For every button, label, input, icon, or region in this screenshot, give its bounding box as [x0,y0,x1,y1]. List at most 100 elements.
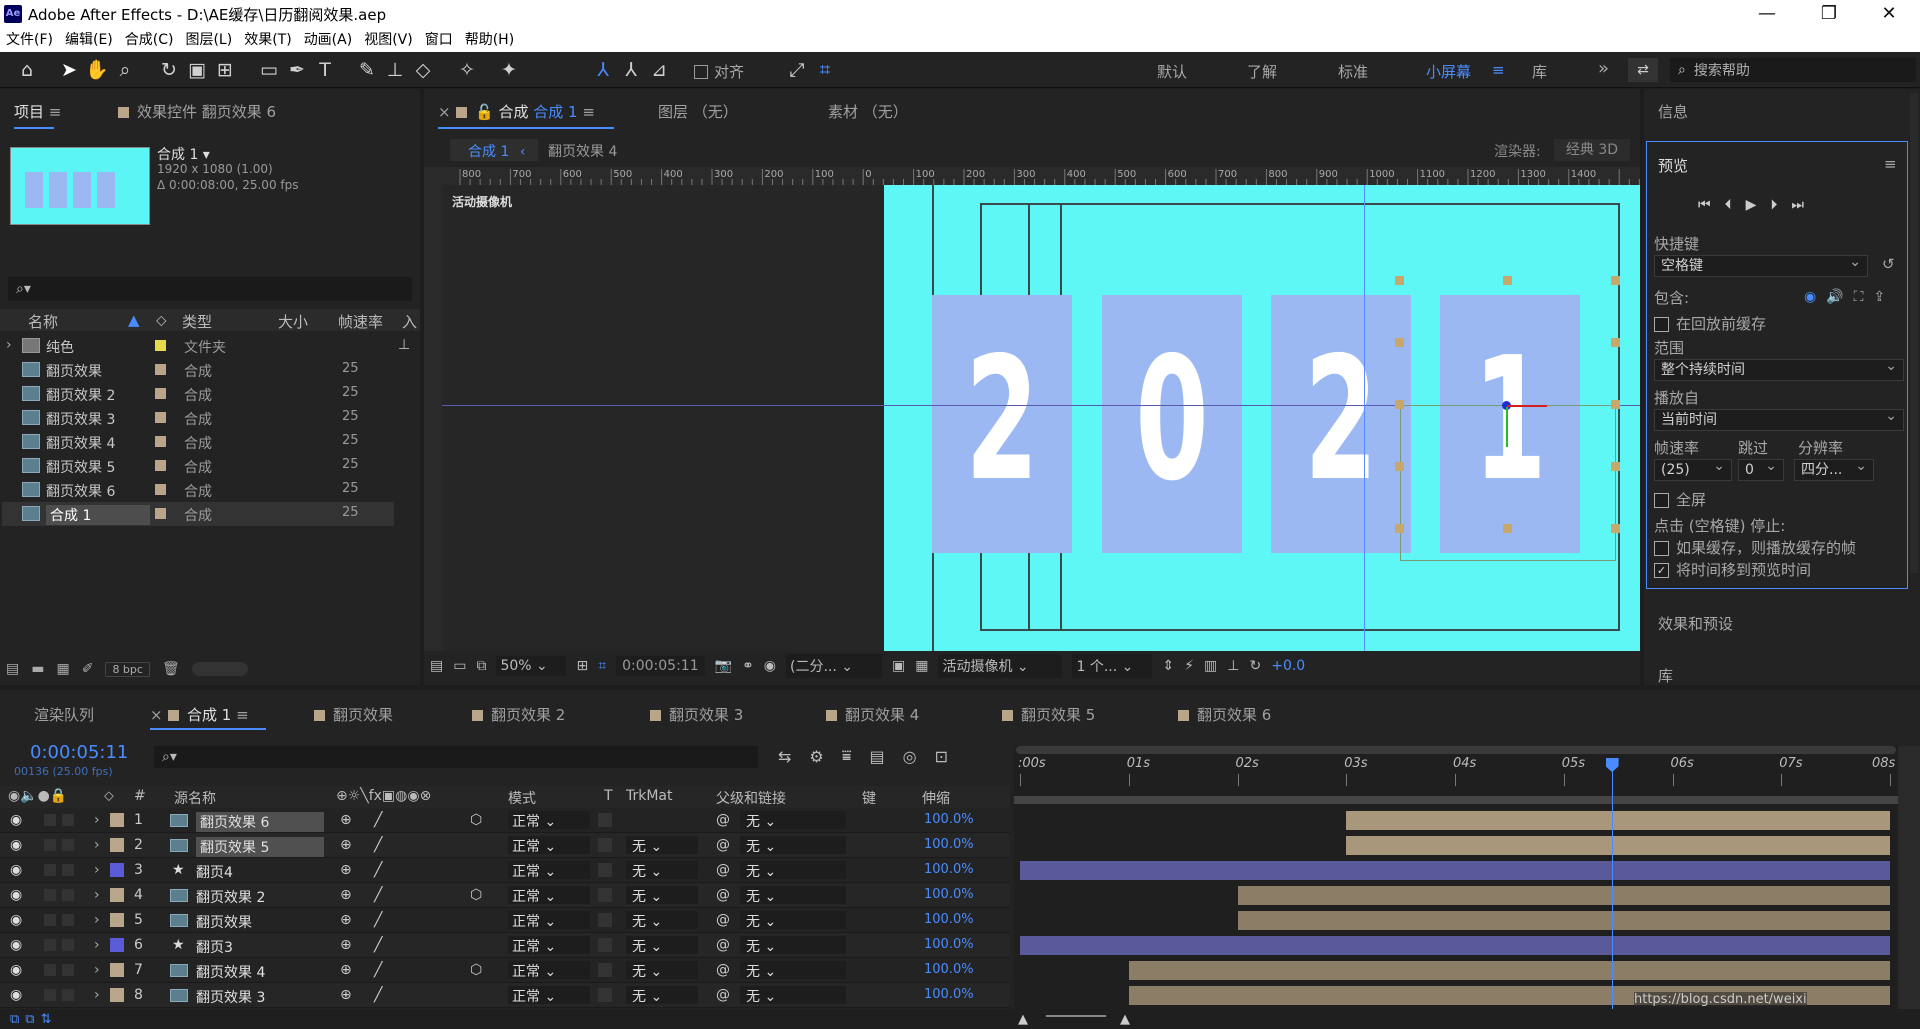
move-time-checkbox[interactable]: ✓ [1654,563,1669,578]
quality-switch-icon[interactable]: ╱ [374,837,382,853]
col-parent[interactable]: 父级和链接 [716,788,786,808]
play-icon[interactable]: ▶ [1746,197,1757,213]
layer-row[interactable]: ◉ › 6 ★ 翻页3 ⊕ ╱ 正常 ⌄ 无 ⌄ @ 无 ⌄ 100.0% [0,933,1010,958]
cache-before-checkbox[interactable] [1654,317,1669,332]
col-fps[interactable]: 帧速率 [338,311,383,332]
layer-duration-bar[interactable] [1128,961,1890,980]
clone-stamp-icon[interactable]: ⊥ [382,57,408,83]
renderer-button[interactable]: 经典 3D [1554,139,1630,161]
reset-exposure-icon[interactable]: ↻ [1249,658,1261,674]
col-size[interactable]: 大小 [278,311,308,332]
shy-switch-icon[interactable]: ⊕ [340,862,352,878]
layer-row[interactable]: ◉ › 1 翻页效果 6 ⊕ ╱ ⬡ 正常 ⌄ @ 无 ⌄ 100.0% [0,808,1010,833]
expand-chevron-icon[interactable]: › [94,812,100,828]
solo-toggle[interactable] [44,889,56,901]
help-search[interactable]: ⌕ 搜索帮助 [1670,58,1916,82]
expand-chevron-icon[interactable]: › [94,937,100,953]
snapshot-icon[interactable]: ▤ [430,658,443,674]
thumbnail-slider[interactable] [191,662,248,676]
stretch-value[interactable]: 100.0% [924,812,974,827]
pick-whip-icon[interactable]: @ [716,887,730,903]
tab-effect-controls[interactable]: 效果控件 翻页效果 6 [118,101,276,122]
quality-switch-icon[interactable]: ╱ [374,987,382,1003]
layer-name[interactable]: 翻页效果 2 [196,887,265,907]
pen-tool-icon[interactable]: ✒ [284,57,310,83]
pick-whip-icon[interactable]: @ [716,912,730,928]
col-stretch[interactable]: 伸缩 [922,788,950,808]
home-icon[interactable]: ⌂ [14,57,40,83]
pixel-aspect-icon[interactable]: ⇕ [1162,658,1174,674]
resolution-dropdown[interactable]: (二分... ⌄ [786,654,882,678]
trash-icon[interactable]: 🗑 [162,661,180,677]
project-item[interactable]: 翻页效果 4 合成 25 [2,430,394,454]
workspace-default[interactable]: 默认 [1157,61,1187,82]
solo-toggle[interactable] [44,814,56,826]
expand-chevron-icon[interactable]: › [94,962,100,978]
eraser-tool-icon[interactable]: ◇ [410,57,436,83]
brush-tool-icon[interactable]: ✎ [354,57,380,83]
fit-icon[interactable]: ⊞ [576,658,588,674]
show-snapshot-icon[interactable]: ⚭ [742,658,754,674]
camera-tool-icon[interactable]: ▣ [184,57,210,83]
selection-bounds[interactable] [1400,405,1616,561]
expand-chevron-icon[interactable]: › [94,912,100,928]
lock-toggle[interactable] [62,814,74,826]
blend-mode-dropdown[interactable]: 正常 ⌄ [508,836,590,855]
pick-whip-icon[interactable]: @ [716,812,730,828]
zoom-in-icon[interactable]: ▲ [1120,1012,1130,1027]
label-color[interactable] [110,863,124,877]
pick-whip-icon[interactable]: @ [716,987,730,1003]
project-item[interactable]: 翻页效果 2 合成 25 [2,382,394,406]
timeline-icon[interactable]: ▥ [1204,658,1217,674]
selection-tool-icon[interactable]: ➤ [56,57,82,83]
snap-option-icon[interactable]: ⤢ [784,57,810,83]
shy-switch-icon[interactable]: ⊕ [340,937,352,953]
parent-dropdown[interactable]: 无 ⌄ [740,811,846,830]
minimize-button[interactable]: — [1744,0,1790,28]
layer-duration-bar[interactable] [1346,811,1890,830]
y-axis-gizmo[interactable] [1506,407,1508,447]
world-axis-icon[interactable]: ⅄ [618,57,644,83]
menu-animation[interactable]: 动画(A) [298,28,359,52]
shy-switch-icon[interactable]: ⊕ [340,837,352,853]
resolution-dropdown[interactable]: 四分... [1794,456,1874,481]
layer-name[interactable]: 翻页效果 3 [196,987,265,1007]
blend-mode-dropdown[interactable]: 正常 ⌄ [508,886,590,905]
layer-row[interactable]: ◉ › 8 翻页效果 3 ⊕ ╱ 正常 ⌄ 无 ⌄ @ 无 ⌄ 100.0% [0,983,1010,1008]
view-layout-dropdown[interactable]: 1 个... ⌄ [1072,654,1153,678]
breadcrumb-comp[interactable]: 合成 1 ‹ [450,139,538,161]
panel-menu-icon[interactable]: ≡ [1884,155,1897,173]
lock-toggle[interactable] [62,839,74,851]
tab-layer[interactable]: 图层 （无） [658,101,738,122]
lock-toggle[interactable] [62,989,74,1001]
col-source-name[interactable]: 源名称 [174,788,216,808]
export-icon[interactable]: ⇪ [1873,289,1885,305]
stretch-value[interactable]: 100.0% [924,937,974,952]
shy-switch-icon[interactable]: ⊕ [340,887,352,903]
solo-toggle[interactable] [44,989,56,1001]
label-color[interactable] [110,813,124,827]
preserve-transparency-toggle[interactable] [598,963,612,977]
sync-settings-icon[interactable]: ⇄ [1628,58,1658,82]
fps-dropdown[interactable]: (25) [1654,456,1732,481]
project-item[interactable]: 翻页效果 合成 25 [2,358,394,382]
layer-name[interactable]: 翻页效果 [196,912,252,932]
trkmat-dropdown[interactable]: 无 ⌄ [626,911,698,930]
tab-flip-6[interactable]: 翻页效果 6 [1178,704,1271,725]
menu-view[interactable]: 视图(V) [358,28,419,52]
project-search[interactable]: ⌕▾ [8,277,412,301]
layer-name[interactable]: 翻页4 [196,862,233,882]
help-search-input[interactable]: 搜索帮助 [1694,60,1750,80]
tab-footage[interactable]: 素材 （无） [828,101,908,122]
pick-whip-icon[interactable]: @ [716,862,730,878]
lock-toggle[interactable] [62,889,74,901]
draft-3d-icon[interactable]: ⚙ [809,747,823,766]
layer-name[interactable]: 翻页3 [196,937,233,957]
modes-toggle-icon[interactable]: ⧉ [25,1012,34,1027]
lock-toggle[interactable] [62,939,74,951]
maximize-button[interactable]: ❐ [1806,0,1852,28]
tab-flip[interactable]: 翻页效果 [314,704,393,725]
blend-mode-dropdown[interactable]: 正常 ⌄ [508,811,590,830]
expand-chevron-icon[interactable]: › [94,862,100,878]
adjust-icon[interactable]: ✐ [82,661,94,677]
